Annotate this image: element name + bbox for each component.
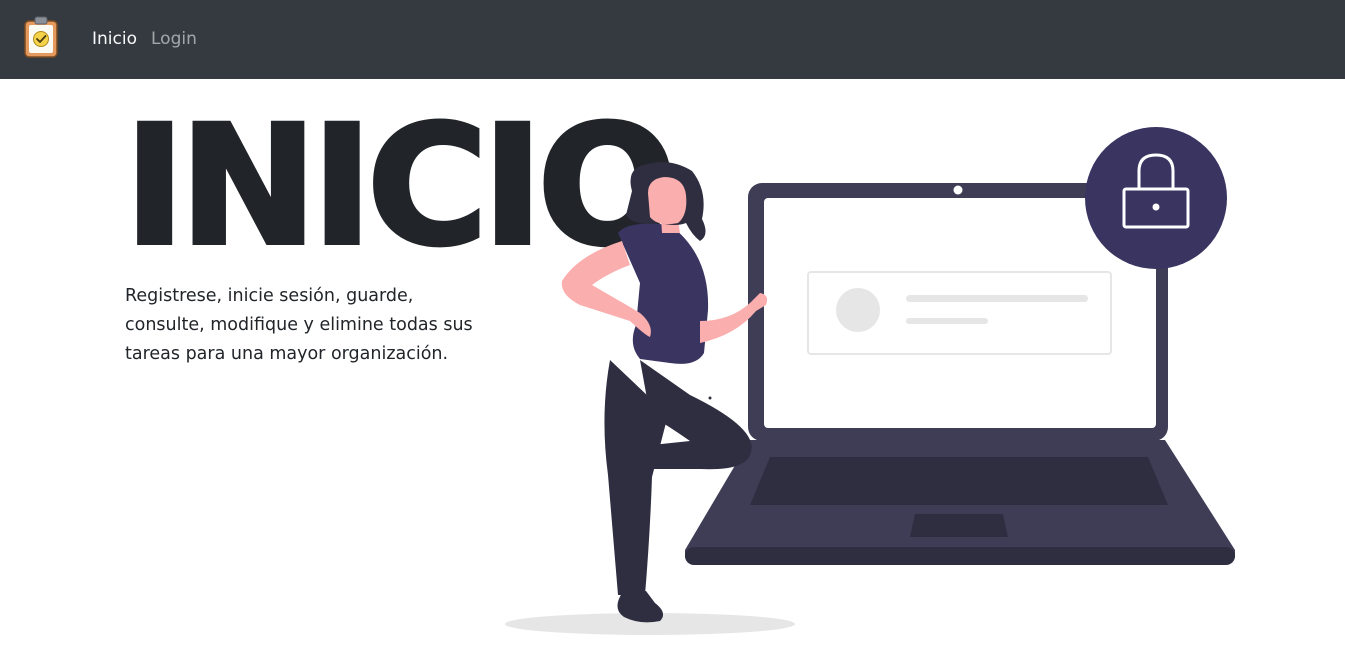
clipboard-check-icon <box>24 16 58 58</box>
laptop-base-edge <box>685 547 1235 565</box>
card-line-2 <box>906 318 988 324</box>
person-torso <box>618 223 709 364</box>
person-leg-bent <box>640 360 752 470</box>
brand-logo[interactable] <box>23 15 59 59</box>
laptop-trackpad <box>910 514 1008 537</box>
nav-link-login[interactable]: Login <box>151 29 197 49</box>
person-face <box>648 177 687 225</box>
lock-badge <box>1085 127 1227 269</box>
hero-description: Registrese, inicie sesión, guarde, consu… <box>125 286 473 364</box>
card-line-1 <box>906 295 1088 302</box>
avatar-placeholder-icon <box>836 288 880 332</box>
laptop-keyboard <box>750 457 1168 505</box>
laptop-camera <box>953 185 963 195</box>
hero-illustration <box>505 127 1235 635</box>
navbar: Inicio Login <box>0 0 1345 79</box>
nav-link-inicio[interactable]: Inicio <box>92 29 137 49</box>
